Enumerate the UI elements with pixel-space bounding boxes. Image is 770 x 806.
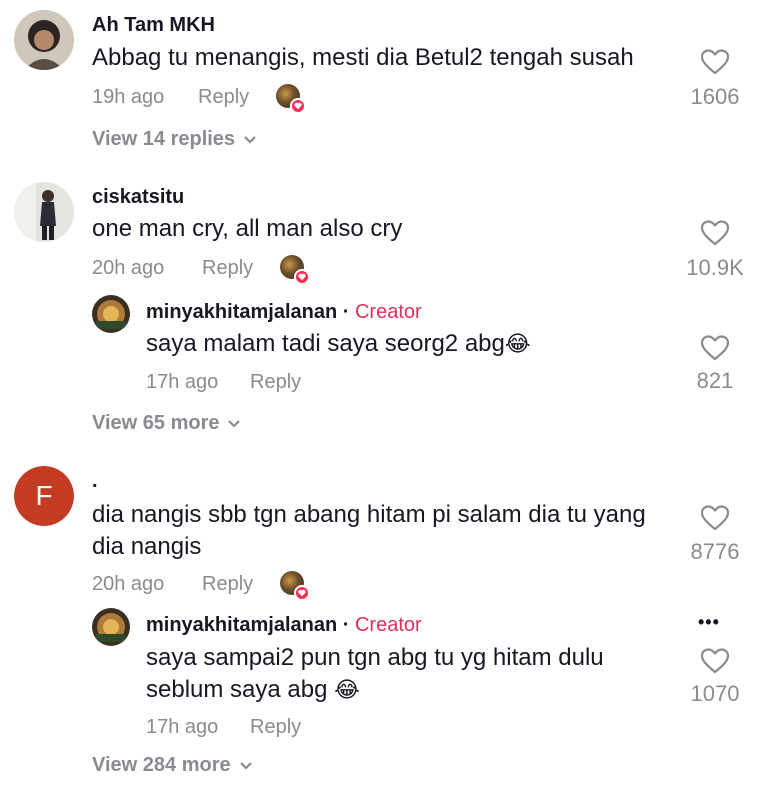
separator: ·	[337, 614, 355, 636]
chevron-down-icon	[243, 128, 257, 151]
reply-text: saya malam tadi saya seorg2 abg😂	[146, 328, 666, 361]
view-more-replies-button[interactable]: View 284 more	[92, 754, 253, 777]
reply-button[interactable]: Reply	[202, 573, 253, 596]
like-count: 1070	[690, 681, 740, 706]
comment-username[interactable]: ciskatsitu	[92, 186, 184, 209]
heart-icon[interactable]	[700, 504, 730, 532]
avatar[interactable]	[14, 10, 74, 70]
creator-liked-badge	[280, 255, 310, 285]
comment-text: Abbag tu menangis, mesti dia Betul2 teng…	[92, 44, 634, 71]
view-more-replies-button[interactable]: View 65 more	[92, 412, 241, 435]
chevron-down-icon	[227, 412, 241, 435]
heart-icon[interactable]	[700, 647, 730, 675]
view-more-label: View 65 more	[92, 412, 220, 434]
creator-liked-badge	[276, 84, 306, 114]
creator-avatar[interactable]	[92, 295, 130, 333]
reply-text: saya sampai2 pun tgn abg tu yg hitam dul…	[146, 642, 626, 707]
like-count: 10.9K	[686, 255, 744, 280]
comment-username[interactable]: .	[92, 470, 98, 493]
view-more-label: View 284 more	[92, 754, 231, 776]
chevron-down-icon	[239, 754, 253, 777]
avatar[interactable]	[14, 182, 74, 242]
laughing-emoji-icon: 😂	[504, 332, 531, 357]
reply-button[interactable]: Reply	[202, 257, 253, 280]
reply-text-body: saya sampai2 pun tgn abg tu yg hitam dul…	[146, 644, 604, 703]
creator-label: Creator	[354, 614, 422, 636]
reply-username[interactable]: minyakhitamjalanan · Creator	[146, 301, 422, 324]
heart-icon[interactable]	[700, 48, 730, 76]
like-count: 1606	[690, 84, 740, 109]
comment-timestamp: 20h ago	[92, 573, 165, 595]
separator: ·	[337, 301, 355, 323]
reply-button[interactable]: Reply	[198, 86, 249, 109]
creator-label: Creator	[354, 301, 422, 323]
reply-username[interactable]: minyakhitamjalanan · Creator	[146, 614, 422, 637]
comment-timestamp: 20h ago	[92, 257, 165, 279]
comment-timestamp: 19h ago	[92, 86, 165, 108]
laughing-emoji-icon: 😂	[334, 678, 360, 703]
avatar-letter: F	[35, 480, 53, 511]
reply-text-body: saya malam tadi saya seorg2 abg	[146, 330, 505, 357]
avatar[interactable]: F	[14, 466, 74, 526]
reply-username-text: minyakhitamjalanan	[146, 614, 338, 636]
reply-timestamp: 17h ago	[146, 371, 219, 393]
reply-button[interactable]: Reply	[250, 716, 301, 739]
like-count: 8776	[690, 539, 740, 564]
heart-icon[interactable]	[700, 334, 730, 362]
more-options-icon[interactable]: •••	[698, 612, 720, 633]
view-replies-button[interactable]: View 14 replies	[92, 128, 257, 151]
creator-liked-badge	[280, 571, 310, 601]
creator-avatar[interactable]	[92, 608, 130, 646]
heart-icon[interactable]	[700, 219, 730, 247]
comment-username[interactable]: Ah Tam MKH	[92, 14, 215, 37]
reply-timestamp: 17h ago	[146, 716, 219, 738]
like-count: 821	[696, 368, 734, 393]
reply-username-text: minyakhitamjalanan	[146, 301, 338, 323]
comment-text: dia nangis sbb tgn abang hitam pi salam …	[92, 501, 646, 560]
reply-button[interactable]: Reply	[250, 371, 301, 394]
comment-text: one man cry, all man also cry	[92, 215, 403, 242]
view-replies-label: View 14 replies	[92, 128, 236, 150]
